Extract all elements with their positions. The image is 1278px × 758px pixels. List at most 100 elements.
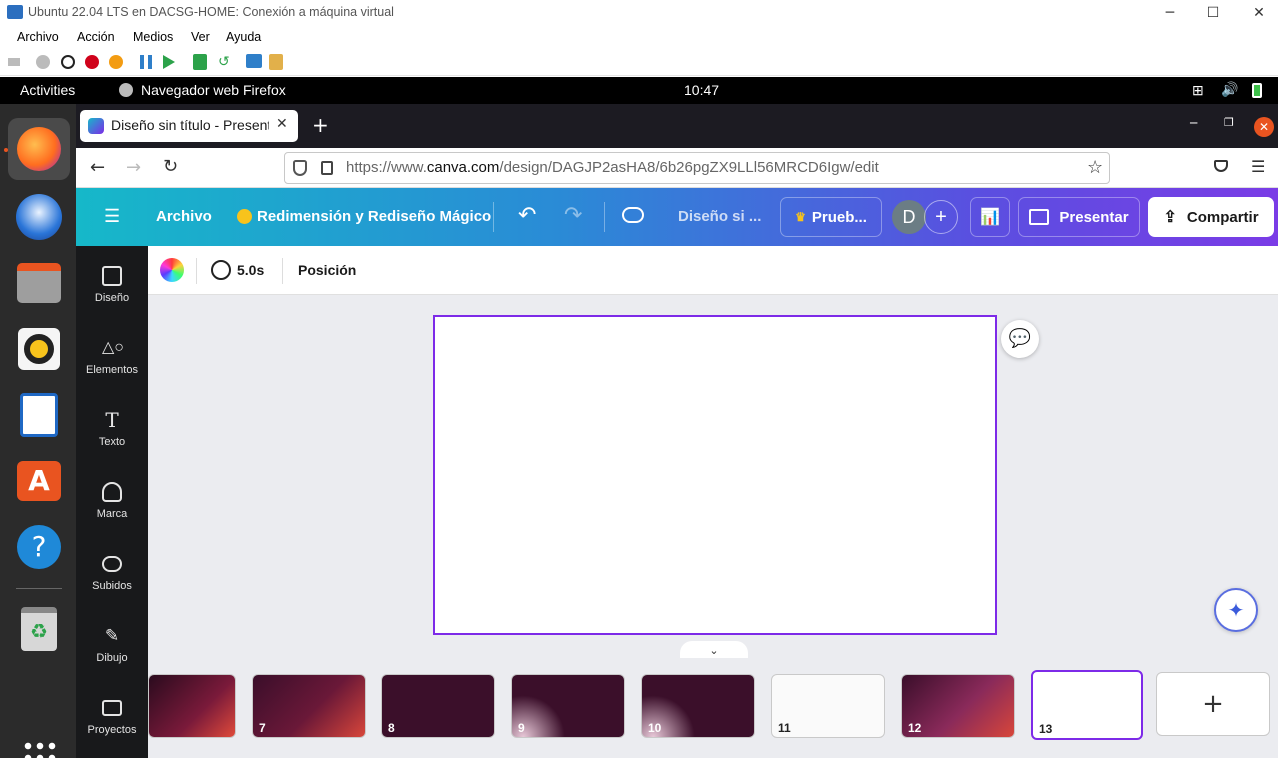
cloud-saved-icon[interactable]: [622, 207, 644, 223]
rhythmbox-dock-icon[interactable]: [8, 318, 70, 380]
ctrl-alt-del-icon[interactable]: [36, 55, 50, 69]
libreoffice-writer-dock-icon[interactable]: [8, 384, 70, 446]
sidebar-item-uploads[interactable]: Subidos: [76, 550, 148, 612]
page-thumbnail[interactable]: 11: [771, 674, 885, 738]
checkpoint-icon[interactable]: [193, 54, 207, 70]
avatar[interactable]: D: [892, 200, 926, 234]
window-restore-button[interactable]: ❐: [1224, 116, 1234, 129]
color-picker-icon[interactable]: [160, 258, 184, 282]
tab-close-icon[interactable]: ✕: [276, 116, 288, 132]
vm-menubar: Archivo Acción Medios Ver Ayuda: [0, 26, 1278, 48]
page-thumbnail[interactable]: 9: [511, 674, 625, 738]
firefox-tab-bar: Diseño sin título - Presentación ✕ + ─ ❐…: [76, 104, 1278, 148]
back-arrow-icon[interactable]: ←: [90, 157, 105, 178]
magic-resize-button[interactable]: Redimensión y Rediseño Mágico: [257, 208, 491, 225]
revert-icon[interactable]: ↺: [218, 54, 230, 70]
battery-icon[interactable]: [1252, 83, 1262, 98]
canva-context-toolbar: 5.0s Posición: [148, 246, 1278, 295]
trial-label: Prueb...: [811, 208, 867, 226]
shutdown-icon[interactable]: [85, 55, 99, 69]
window-close-button[interactable]: ✕: [1254, 117, 1274, 137]
page-thumbnail[interactable]: [148, 674, 236, 738]
add-comment-icon[interactable]: 💬: [1001, 320, 1039, 358]
pause-icon[interactable]: [140, 55, 152, 69]
help-dock-icon[interactable]: ?: [8, 516, 70, 578]
files-dock-icon[interactable]: [8, 252, 70, 314]
menu-archivo[interactable]: Archivo: [17, 30, 59, 44]
vm-window-title: Ubuntu 22.04 LTS en DACSG-HOME: Conexión…: [28, 5, 394, 19]
resume-icon[interactable]: [163, 55, 175, 69]
clock[interactable]: 10:47: [684, 82, 719, 98]
position-button[interactable]: Posición: [298, 262, 356, 278]
vm-monitor-icon: [7, 5, 23, 19]
reload-icon[interactable]: ↻: [163, 156, 178, 177]
bookmark-star-icon[interactable]: ☆: [1087, 157, 1103, 178]
lock-icon[interactable]: [321, 161, 333, 175]
url-prefix: https://www.: [346, 159, 427, 176]
page-thumbnail[interactable]: 12: [901, 674, 1015, 738]
share-button[interactable]: ⇪ Compartir: [1148, 197, 1274, 237]
menu-accion[interactable]: Acción: [77, 30, 115, 44]
window-minimize-button[interactable]: ─: [1190, 116, 1197, 130]
redo-icon[interactable]: ↷: [564, 202, 582, 228]
duration-button[interactable]: 5.0s: [237, 262, 264, 278]
url-bar[interactable]: https://www.canva.com/design/DAGJP2asHA8…: [284, 152, 1110, 184]
page-number: 9: [518, 721, 525, 735]
page-number: 11: [778, 721, 791, 735]
page-thumbnail[interactable]: 10: [641, 674, 755, 738]
share-icon[interactable]: [269, 54, 283, 70]
design-title[interactable]: Diseño si ...: [678, 208, 761, 225]
sidebar-item-elements[interactable]: △○ Elementos: [76, 334, 148, 396]
show-apps-grid-icon[interactable]: [22, 740, 56, 758]
sidebar-item-design[interactable]: Diseño: [76, 262, 148, 324]
sidebar-item-draw[interactable]: ✎ Dibujo: [76, 622, 148, 684]
new-tab-button[interactable]: +: [312, 113, 329, 137]
toolbar-divider: [196, 258, 197, 284]
trial-button[interactable]: ♛ Prueb...: [780, 197, 882, 237]
app-center-dock-icon[interactable]: A: [8, 450, 70, 512]
menu-ver[interactable]: Ver: [191, 30, 210, 44]
url-domain: canva.com: [426, 159, 500, 176]
network-icon[interactable]: ⊞: [1192, 82, 1204, 99]
present-button[interactable]: Presentar: [1018, 197, 1140, 237]
page-thumbnail[interactable]: 7: [252, 674, 366, 738]
maximize-button[interactable]: ☐: [1203, 4, 1223, 22]
active-indicator-icon: [4, 148, 8, 152]
stop-icon[interactable]: [61, 55, 75, 69]
browser-tab-active[interactable]: Diseño sin título - Presentación ✕: [80, 110, 298, 142]
magic-assistant-icon[interactable]: ✦: [1214, 588, 1258, 632]
app-menu-label[interactable]: Navegador web Firefox: [141, 82, 286, 98]
timer-icon[interactable]: [211, 260, 231, 280]
app-menu-icon[interactable]: ☰: [1251, 157, 1265, 176]
page-thumbnail[interactable]: 8: [381, 674, 495, 738]
sidebar-label: Elementos: [86, 364, 138, 376]
pocket-icon[interactable]: [1214, 160, 1228, 172]
add-collaborator-button[interactable]: +: [924, 200, 958, 234]
file-menu-button[interactable]: Archivo: [156, 208, 212, 225]
page-thumbnail-selected[interactable]: 13: [1031, 670, 1143, 740]
thunderbird-dock-icon[interactable]: [8, 186, 70, 248]
close-button[interactable]: ✕: [1249, 4, 1269, 22]
url-path: /design/DAGJP2asHA8/6b26pgZX9LLl56MRCD6I…: [499, 159, 879, 176]
undo-icon[interactable]: ↶: [518, 202, 536, 228]
minimize-button[interactable]: ─: [1160, 4, 1180, 22]
menu-medios[interactable]: Medios: [133, 30, 173, 44]
analytics-button[interactable]: 📊: [970, 197, 1010, 237]
current-slide[interactable]: [433, 315, 997, 635]
forward-arrow-icon[interactable]: →: [126, 157, 141, 178]
volume-icon[interactable]: 🔊: [1221, 81, 1238, 98]
vm-toolbar: ↺: [0, 48, 1278, 76]
sidebar-item-text[interactable]: T Texto: [76, 406, 148, 468]
page-number: 8: [388, 721, 395, 735]
add-page-button[interactable]: +: [1156, 672, 1270, 736]
tracking-shield-icon[interactable]: [293, 160, 307, 176]
trash-dock-icon[interactable]: ♻: [8, 598, 70, 660]
activities-button[interactable]: Activities: [20, 82, 75, 98]
menu-ayuda[interactable]: Ayuda: [226, 30, 261, 44]
enhanced-session-icon[interactable]: [246, 54, 262, 68]
sidebar-item-brand[interactable]: Marca: [76, 478, 148, 540]
sidebar-item-projects[interactable]: Proyectos: [76, 694, 148, 756]
firefox-dock-icon[interactable]: [8, 118, 70, 180]
hamburger-menu-icon[interactable]: ☰: [104, 206, 120, 227]
power-icon[interactable]: [109, 55, 123, 69]
